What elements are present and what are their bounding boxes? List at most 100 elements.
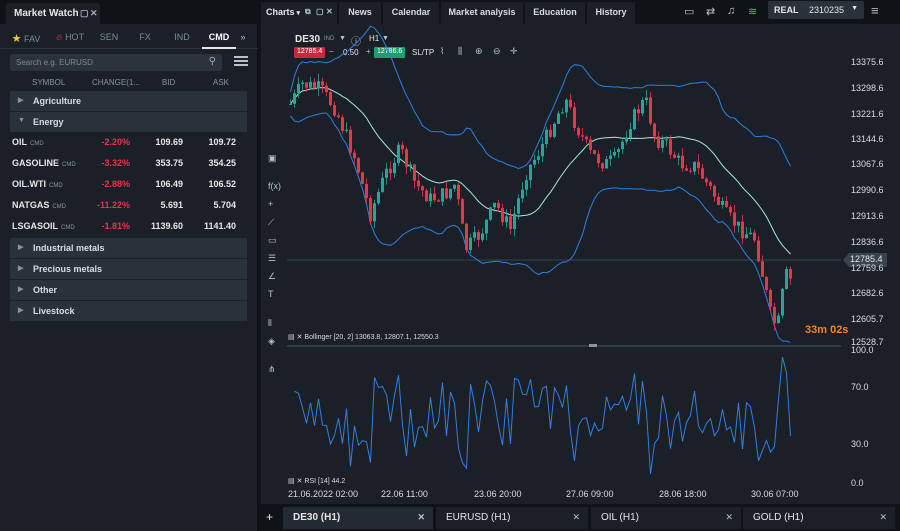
close-icon[interactable]: ✕ — [417, 512, 425, 523]
candle — [493, 202, 496, 208]
table-row[interactable]: OIL.WTI CMD -2.88% 106.49 106.52 — [10, 174, 247, 194]
candle — [353, 152, 356, 159]
candle — [373, 203, 376, 222]
candle — [581, 135, 584, 137]
candle — [485, 219, 488, 234]
close-icon[interactable]: ✕ — [90, 8, 98, 19]
candle — [585, 136, 588, 140]
group-other[interactable]: ▶ Other — [10, 280, 247, 300]
bid-value[interactable]: 106.49 — [155, 179, 183, 189]
change-value: -3.32% — [101, 158, 130, 168]
candle — [421, 186, 424, 191]
maximize-icon[interactable]: ▢ — [316, 7, 324, 16]
ask-value[interactable]: 5.704 — [213, 200, 236, 210]
close-icon[interactable]: ✕ — [297, 478, 303, 485]
add-chart-icon[interactable]: + — [266, 510, 273, 524]
column-ask[interactable]: ASK — [213, 78, 229, 87]
bid-value[interactable]: 109.69 — [155, 137, 183, 147]
close-icon[interactable]: ✕ — [725, 512, 733, 523]
candle — [649, 97, 652, 124]
drag-handle-icon[interactable]: ▤ — [288, 478, 295, 485]
table-row[interactable]: LSGASOIL CMD -1.81% 1139.60 1141.40 — [10, 216, 247, 236]
bollinger-middle-band — [290, 87, 791, 255]
search-input[interactable]: Search e.g. EURUSD ⚲ — [10, 54, 222, 71]
ask-value[interactable]: 354.25 — [208, 158, 236, 168]
ask-value[interactable]: 106.52 — [208, 179, 236, 189]
tab-charts[interactable]: Charts ▾ ⧉ ▢ ✕ — [261, 2, 337, 24]
group-industrial-metals[interactable]: ▶ Industrial metals — [10, 238, 247, 258]
table-row[interactable]: NATGAS CMD -11.22% 5.691 5.704 — [10, 195, 247, 215]
column-bid[interactable]: BID — [162, 78, 175, 87]
price-chart[interactable] — [261, 24, 900, 504]
candle — [633, 109, 636, 130]
candle — [333, 105, 336, 116]
tab-hot[interactable]: 🔥︎ HOT — [50, 25, 90, 49]
hamburger-menu-icon[interactable]: ≡ — [871, 3, 879, 18]
market-watch-tab[interactable]: Market Watch ▢ ✕ — [6, 3, 100, 24]
candle — [653, 123, 656, 137]
chart-tab-gold[interactable]: GOLD (H1) ✕ — [743, 507, 895, 529]
close-icon[interactable]: ✕ — [879, 512, 887, 523]
detach-icon[interactable]: ⧉ — [305, 7, 311, 17]
market-watch-panel: Market Watch ▢ ✕ ★ FAV 🔥︎ HOT SEN FX IND… — [0, 0, 258, 531]
candle — [317, 81, 320, 89]
tab-fav[interactable]: ★ FAV — [6, 25, 46, 49]
chevron-right-icon: ▶ — [18, 97, 24, 104]
tab-cmd[interactable]: CMD — [202, 25, 236, 49]
account-selector[interactable]: REAL 2310235 ▼ — [768, 1, 864, 19]
tab-history[interactable]: History — [587, 2, 635, 24]
y-tick: 13144.6 — [851, 134, 884, 144]
drag-handle-icon[interactable]: ▤ — [288, 334, 295, 341]
y-tick: 13375.6 — [851, 57, 884, 67]
tab-education[interactable]: Education — [525, 2, 585, 24]
candle — [321, 81, 324, 86]
rsi-y-tick: 30.0 — [851, 439, 869, 449]
bid-value[interactable]: 353.75 — [155, 158, 183, 168]
tab-fx[interactable]: FX — [130, 25, 160, 49]
chart-tab-oil[interactable]: OIL (H1) ✕ — [591, 507, 741, 529]
bollinger-legend[interactable]: ▤ ✕ Bollinger [20, 2] 13063.8, 12807.1, … — [288, 333, 439, 341]
candle — [685, 168, 688, 171]
column-change[interactable]: CHANGE(1... — [92, 78, 140, 87]
list-view-icon[interactable] — [234, 56, 248, 68]
tab-sen[interactable]: SEN — [92, 25, 126, 49]
bid-value[interactable]: 1139.60 — [151, 221, 183, 231]
category-tabs: ★ FAV 🔥︎ HOT SEN FX IND CMD » — [0, 25, 258, 49]
close-icon[interactable]: ✕ — [297, 334, 303, 341]
candle — [597, 153, 600, 164]
candle — [381, 177, 384, 192]
candle — [409, 164, 412, 167]
candle — [445, 188, 448, 199]
group-livestock[interactable]: ▶ Livestock — [10, 301, 247, 321]
candle — [561, 112, 564, 114]
candle — [529, 164, 532, 181]
candle — [365, 183, 368, 198]
table-row[interactable]: GASOLINE CMD -3.32% 353.75 354.25 — [10, 153, 247, 173]
chart-tab-de30[interactable]: DE30 (H1) ✕ — [283, 507, 433, 529]
y-tick: 12605.7 — [851, 314, 884, 324]
transfer-icon[interactable]: ⇄ — [706, 5, 715, 18]
bell-icon[interactable]: ♫ — [727, 5, 735, 17]
group-precious-metals[interactable]: ▶ Precious metals — [10, 259, 247, 279]
bid-value[interactable]: 5.691 — [160, 200, 183, 210]
group-agriculture[interactable]: ▶ Agriculture — [10, 91, 247, 111]
table-row[interactable]: OIL CMD -2.20% 109.69 109.72 — [10, 132, 247, 152]
y-tick: 12836.6 — [851, 237, 884, 247]
rsi-legend[interactable]: ▤ ✕ RSI [14] 44.2 — [288, 477, 345, 485]
tab-market-analysis[interactable]: Market analysis — [441, 2, 523, 24]
maximize-icon[interactable]: ▢ — [80, 8, 89, 19]
ask-value[interactable]: 1141.40 — [204, 221, 236, 231]
close-icon[interactable]: ✕ — [326, 7, 333, 16]
candle — [669, 139, 672, 155]
group-energy[interactable]: ▼ Energy — [10, 112, 247, 132]
chart-tab-eurusd[interactable]: EURUSD (H1) ✕ — [436, 507, 588, 529]
close-icon[interactable]: ✕ — [572, 512, 580, 523]
tab-calendar[interactable]: Calendar — [383, 2, 439, 24]
more-tabs-icon[interactable]: » — [236, 25, 250, 49]
candle — [681, 155, 684, 169]
ask-value[interactable]: 109.72 — [208, 137, 236, 147]
column-symbol[interactable]: SYMBOL — [32, 78, 65, 87]
tab-news[interactable]: News — [339, 2, 381, 24]
layout-icon[interactable]: ▭ — [684, 5, 694, 18]
tab-ind[interactable]: IND — [166, 25, 198, 49]
